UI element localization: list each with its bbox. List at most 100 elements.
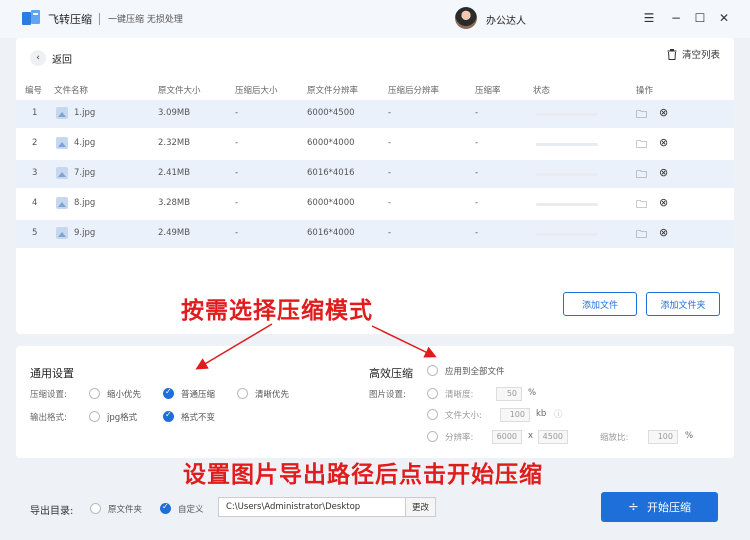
annotation-path-hint: 设置图片导出路径后点击开始压缩 <box>183 462 543 488</box>
table-row[interactable]: 5 9.jpg 2.49MB - 6016*4000 - - 🗀 ⊗ <box>16 220 734 248</box>
avatar[interactable] <box>455 7 477 29</box>
col-filename: 文件名称 <box>54 86 89 96</box>
title-bar: 飞转压缩 一键压缩 无损处理 办公达人 ☰ − ☐ ✕ <box>0 0 750 38</box>
folder-icon[interactable]: 🗀 <box>636 226 647 245</box>
col-compression-rate: 压缩率 <box>475 86 501 96</box>
annotation-mode-hint: 按需选择压缩模式 <box>181 298 373 324</box>
row-filename: 7.jpg <box>74 168 96 178</box>
table-row[interactable]: 1 1.jpg 3.09MB - 6000*4500 - - 🗀 ⊗ <box>16 100 734 128</box>
col-original-size: 原文件大小 <box>158 86 201 96</box>
row-resolution: 6000*4000 <box>307 138 355 148</box>
scale-input[interactable]: 100 <box>648 430 678 444</box>
resolution-width-input[interactable]: 6000 <box>492 430 522 444</box>
option-custom-folder[interactable]: 自定义 <box>178 503 204 515</box>
filesize-input[interactable]: 100 <box>500 408 530 422</box>
folder-icon[interactable]: 🗀 <box>636 136 647 155</box>
minimize-icon[interactable]: − <box>668 10 684 26</box>
image-file-icon <box>56 227 68 239</box>
row-rate: - <box>475 138 479 148</box>
row-filename: 4.jpg <box>74 138 96 148</box>
radio-clarity[interactable] <box>427 388 438 399</box>
option-clarity-first[interactable]: 清晰优先 <box>255 388 289 400</box>
user-name[interactable]: 办公达人 <box>486 12 526 27</box>
radio-custom-folder[interactable] <box>160 502 171 514</box>
scale-unit: % <box>685 431 694 441</box>
maximize-icon[interactable]: ☐ <box>692 10 708 26</box>
row-compressed-resolution: - <box>388 138 392 148</box>
option-normal-compress[interactable]: 普通压缩 <box>181 388 215 400</box>
radio-apply-all[interactable] <box>427 365 438 376</box>
export-path-input[interactable]: C:\Users\Administrator\Desktop <box>218 497 406 517</box>
row-compressed-resolution: - <box>388 168 392 178</box>
efficient-compress-title: 高效压缩 <box>369 367 413 380</box>
option-apply-all[interactable]: 应用到全部文件 <box>445 365 505 377</box>
resolution-label: 分辨率: <box>445 433 474 443</box>
folder-icon[interactable]: 🗀 <box>636 166 647 185</box>
filesize-label: 文件大小: <box>445 411 482 421</box>
radio-filesize[interactable] <box>427 409 438 420</box>
remove-icon[interactable]: ⊗ <box>659 106 668 119</box>
image-file-icon <box>56 197 68 209</box>
row-resolution: 6016*4016 <box>307 168 355 178</box>
radio-original-folder[interactable] <box>90 503 101 514</box>
col-actions: 操作 <box>636 86 654 96</box>
row-size: 2.32MB <box>158 138 191 148</box>
remove-icon[interactable]: ⊗ <box>659 226 668 239</box>
row-resolution: 6000*4000 <box>307 198 355 208</box>
clarity-unit: % <box>528 388 537 398</box>
row-size: 3.28MB <box>158 198 191 208</box>
folder-icon[interactable]: 🗀 <box>636 196 647 215</box>
row-compressed-resolution: - <box>388 198 392 208</box>
row-number: 3 <box>32 168 38 178</box>
row-rate: - <box>475 228 479 238</box>
col-compressed-resolution: 压缩后分辨率 <box>388 86 440 96</box>
option-keep-format[interactable]: 格式不变 <box>181 411 215 423</box>
app-subtitle: 一键压缩 无损处理 <box>108 15 183 25</box>
title-divider <box>99 13 100 25</box>
radio-jpg-format[interactable] <box>89 411 100 422</box>
radio-shrink-first[interactable] <box>89 388 100 399</box>
start-compress-label: 开始压缩 <box>646 501 691 514</box>
add-file-button[interactable]: 添加文件 <box>563 292 637 316</box>
row-size: 3.09MB <box>158 108 191 118</box>
table-row[interactable]: 4 8.jpg 3.28MB - 6000*4000 - - 🗀 ⊗ <box>16 190 734 218</box>
col-compressed-size: 压缩后大小 <box>235 86 278 96</box>
scale-label: 缩放比: <box>600 433 629 443</box>
remove-icon[interactable]: ⊗ <box>659 136 668 149</box>
clarity-input[interactable]: 50 <box>496 387 522 401</box>
option-jpg-format[interactable]: jpg格式 <box>107 411 137 423</box>
clear-list-button[interactable]: 清空列表 <box>667 47 720 61</box>
row-compressed-size: - <box>235 138 239 148</box>
table-header: 编号 文件名称 原文件大小 压缩后大小 原文件分辨率 压缩后分辨率 压缩率 状态… <box>16 84 734 98</box>
option-shrink-first[interactable]: 缩小优先 <box>107 388 141 400</box>
start-compress-button[interactable]: ÷ 开始压缩 <box>601 492 718 522</box>
image-file-icon <box>56 107 68 119</box>
row-compressed-size: - <box>235 198 239 208</box>
row-number: 1 <box>32 108 38 118</box>
folder-icon[interactable]: 🗀 <box>636 106 647 125</box>
add-folder-button[interactable]: 添加文件夹 <box>646 292 720 316</box>
compress-icon: ÷ <box>628 499 639 515</box>
row-rate: - <box>475 108 479 118</box>
close-icon[interactable]: ✕ <box>716 10 732 26</box>
radio-resolution[interactable] <box>427 431 438 442</box>
radio-clarity-first[interactable] <box>237 388 248 399</box>
back-button[interactable]: ‹ 返回 <box>30 50 72 66</box>
menu-icon[interactable]: ☰ <box>641 10 657 26</box>
help-icon[interactable]: ⓘ <box>554 408 563 420</box>
image-file-icon <box>56 137 68 149</box>
remove-icon[interactable]: ⊗ <box>659 166 668 179</box>
resolution-height-input[interactable]: 4500 <box>538 430 568 444</box>
table-row[interactable]: 2 4.jpg 2.32MB - 6000*4000 - - 🗀 ⊗ <box>16 130 734 158</box>
radio-normal-compress[interactable] <box>163 387 174 399</box>
remove-icon[interactable]: ⊗ <box>659 196 668 209</box>
app-name: 飞转压缩 <box>48 13 92 26</box>
row-number: 2 <box>32 138 38 148</box>
option-original-folder[interactable]: 原文件夹 <box>108 503 142 515</box>
image-setting-label: 图片设置: <box>369 390 406 400</box>
compress-setting-label: 压缩设置: <box>30 390 67 400</box>
radio-keep-format[interactable] <box>163 410 174 422</box>
table-row[interactable]: 3 7.jpg 2.41MB - 6016*4016 - - 🗀 ⊗ <box>16 160 734 188</box>
change-path-button[interactable]: 更改 <box>406 497 436 517</box>
row-filename: 8.jpg <box>74 198 96 208</box>
